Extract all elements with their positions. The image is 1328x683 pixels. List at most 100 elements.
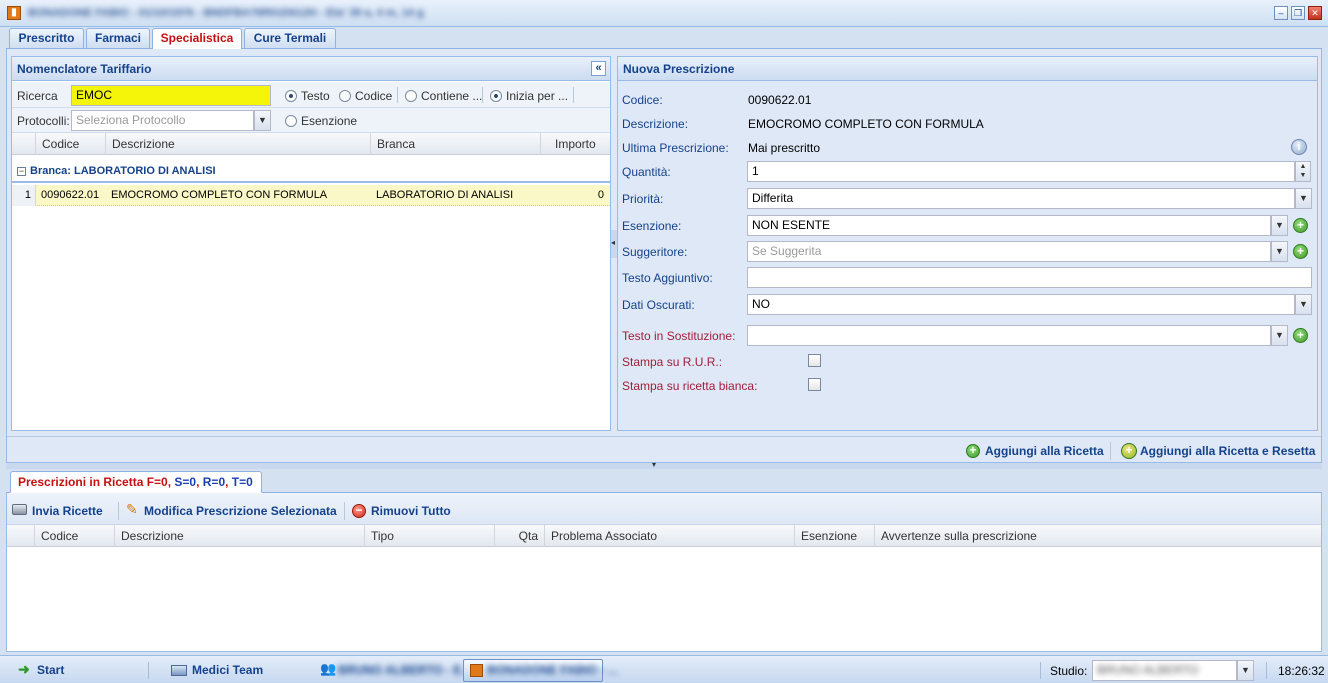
medici-team-button[interactable]: Medici Team [192,660,263,681]
ultima-prescrizione-label: Ultima Prescrizione: [622,141,729,155]
protocolli-dropdown-icon[interactable]: ▼ [254,110,271,131]
group-row[interactable]: − Branca: LABORATORIO DI ANALISI [12,161,610,183]
aggiungi-ricetta-button[interactable]: Aggiungi alla Ricetta [985,444,1104,458]
splitter-arrow-icon: ◂ [611,238,616,247]
col-tipo[interactable]: Tipo [365,525,495,547]
radio-esenzione[interactable] [285,115,297,127]
prescrizioni-counts: F=0, S=0, R=0, T=0 [147,475,253,489]
quantita-input[interactable]: 1 [747,161,1295,182]
suggeritore-select[interactable]: Se Suggerita [747,241,1271,262]
count-segment: , [196,475,203,489]
count-segment: S=0 [174,475,197,489]
testo-aggiuntivo-input[interactable] [747,267,1312,288]
remove-icon: − [352,504,366,518]
tab-prescritto[interactable]: Prescritto [9,28,84,48]
tab-specialistica[interactable]: Specialistica [152,28,242,50]
printer-icon [12,504,27,515]
col-esenzione[interactable]: Esenzione [795,525,875,547]
count-segment: R=0 [202,475,226,489]
taskbar-separator [1266,662,1267,679]
descrizione-label: Descrizione: [622,117,689,131]
radio-testo[interactable] [285,90,297,102]
priorita-select[interactable]: Differita [747,188,1295,209]
studio-dropdown-icon[interactable]: ▼ [1237,660,1254,681]
row-number: 1 [12,185,36,206]
radio-contiene[interactable] [405,90,417,102]
codice-value: 0090622.01 [748,93,812,107]
tab-cure-termali[interactable]: Cure Termali [244,28,336,48]
patient-task-text: BONADONE FABIO - ... [487,663,618,677]
col-importo[interactable]: Importo [541,133,610,155]
search-label: Ricerca [17,89,58,103]
toolbar-separator [397,87,398,103]
window-title: BONADONE FABIO - 01/10/1976 - BNDFBA76R0… [28,7,424,19]
dati-oscurati-dropdown-icon[interactable]: ▼ [1295,294,1312,315]
testo-sostituzione-dropdown-icon[interactable]: ▼ [1271,325,1288,346]
studio-select[interactable]: BRUNO ALBERTO [1092,660,1237,681]
start-button[interactable]: Start [37,660,64,681]
col-qta[interactable]: Qta [495,525,545,547]
esenzione-select[interactable]: NON ESENTE [747,215,1271,236]
count-segment: T=0 [231,475,253,489]
tab-farmaci[interactable]: Farmaci [86,28,150,48]
modifica-prescrizione-button[interactable]: Modifica Prescrizione Selezionata [144,504,337,518]
invia-ricette-button[interactable]: Invia Ricette [32,504,103,518]
collapse-panel-button[interactable]: « [591,61,606,76]
info-icon[interactable]: i [1291,139,1307,155]
radio-contiene-label: Contiene ... [421,89,483,103]
dati-oscurati-select[interactable]: NO [747,294,1295,315]
prescrizioni-toolbar: Invia Ricette ✎ Modifica Prescrizione Se… [7,493,1321,525]
toolbar-separator [573,87,574,103]
radio-codice[interactable] [339,90,351,102]
medici-team-icon [171,665,187,676]
nuova-prescrizione-panel: Nuova Prescrizione Codice: 0090622.01 De… [617,56,1318,431]
count-segment: , [225,475,232,489]
add-suggeritore-icon[interactable]: + [1293,244,1308,259]
close-button[interactable]: ✕ [1308,6,1322,20]
row-descrizione: EMOCROMO COMPLETO CON FORMULA [111,189,328,201]
quantita-stepper[interactable]: ▲ ▼ [1295,161,1311,182]
pencil-icon: ✎ [126,501,138,517]
priorita-dropdown-icon[interactable]: ▼ [1295,188,1312,209]
patient-window-button[interactable]: BONADONE FABIO - ... [463,659,618,682]
restore-button[interactable]: ❐ [1291,6,1305,20]
doctor-window-button[interactable]: BRUNO ALBERTO - E.. [338,660,468,681]
protocolli-select[interactable]: Seleziona Protocollo [71,110,254,131]
col-descrizione[interactable]: Descrizione [106,133,371,155]
testo-sostituzione-select[interactable] [747,325,1271,346]
rownum-header [12,133,36,155]
priorita-label: Priorità: [622,192,664,206]
stampa-rur-checkbox[interactable] [808,354,821,367]
aggiungi-ricetta-resetta-button[interactable]: Aggiungi alla Ricetta e Resetta [1140,444,1315,458]
search-input[interactable]: EMOC [71,85,271,106]
add-testo-sostituzione-icon[interactable]: + [1293,328,1308,343]
nuova-prescrizione-title: Nuova Prescrizione [618,57,1317,81]
collapse-group-icon[interactable]: − [17,167,26,176]
stampa-bianca-checkbox[interactable] [808,378,821,391]
patient-card-icon: ▮ [7,6,21,20]
col-codice[interactable]: Codice [36,133,106,155]
toolbar-separator [1110,442,1111,460]
col-codice[interactable]: Codice [35,525,115,547]
esenzione-label: Esenzione: [622,219,682,233]
start-icon: ➜ [18,661,30,677]
col-branca[interactable]: Branca [371,133,541,155]
minimize-button[interactable]: – [1274,6,1288,20]
col-avvertenze[interactable]: Avvertenze sulla prescrizione [875,525,1321,547]
col-descrizione[interactable]: Descrizione [115,525,365,547]
radio-inizia[interactable] [490,90,502,102]
nomenclatore-grid-header: Codice Descrizione Branca Importo [12,133,610,155]
horizontal-splitter[interactable]: ▾ [6,460,1322,469]
add-esenzione-icon[interactable]: + [1293,218,1308,233]
suggeritore-dropdown-icon[interactable]: ▼ [1271,241,1288,262]
col-problema[interactable]: Problema Associato [545,525,795,547]
esenzione-dropdown-icon[interactable]: ▼ [1271,215,1288,236]
table-row[interactable]: 1 0090622.01 EMOCROMO COMPLETO CON FORMU… [12,185,610,206]
taskbar-separator [1040,662,1041,679]
nomenclatore-title: Nomenclatore Tariffario [12,57,610,81]
stampa-rur-label: Stampa su R.U.R.: [622,355,723,369]
rimuovi-tutto-button[interactable]: Rimuovi Tutto [371,504,451,518]
tab-prescrizioni-ricetta[interactable]: Prescrizioni in Ricetta F=0, S=0, R=0, T… [10,471,262,493]
suggeritore-label: Suggeritore: [622,245,688,259]
quantita-label: Quantità: [622,165,671,179]
